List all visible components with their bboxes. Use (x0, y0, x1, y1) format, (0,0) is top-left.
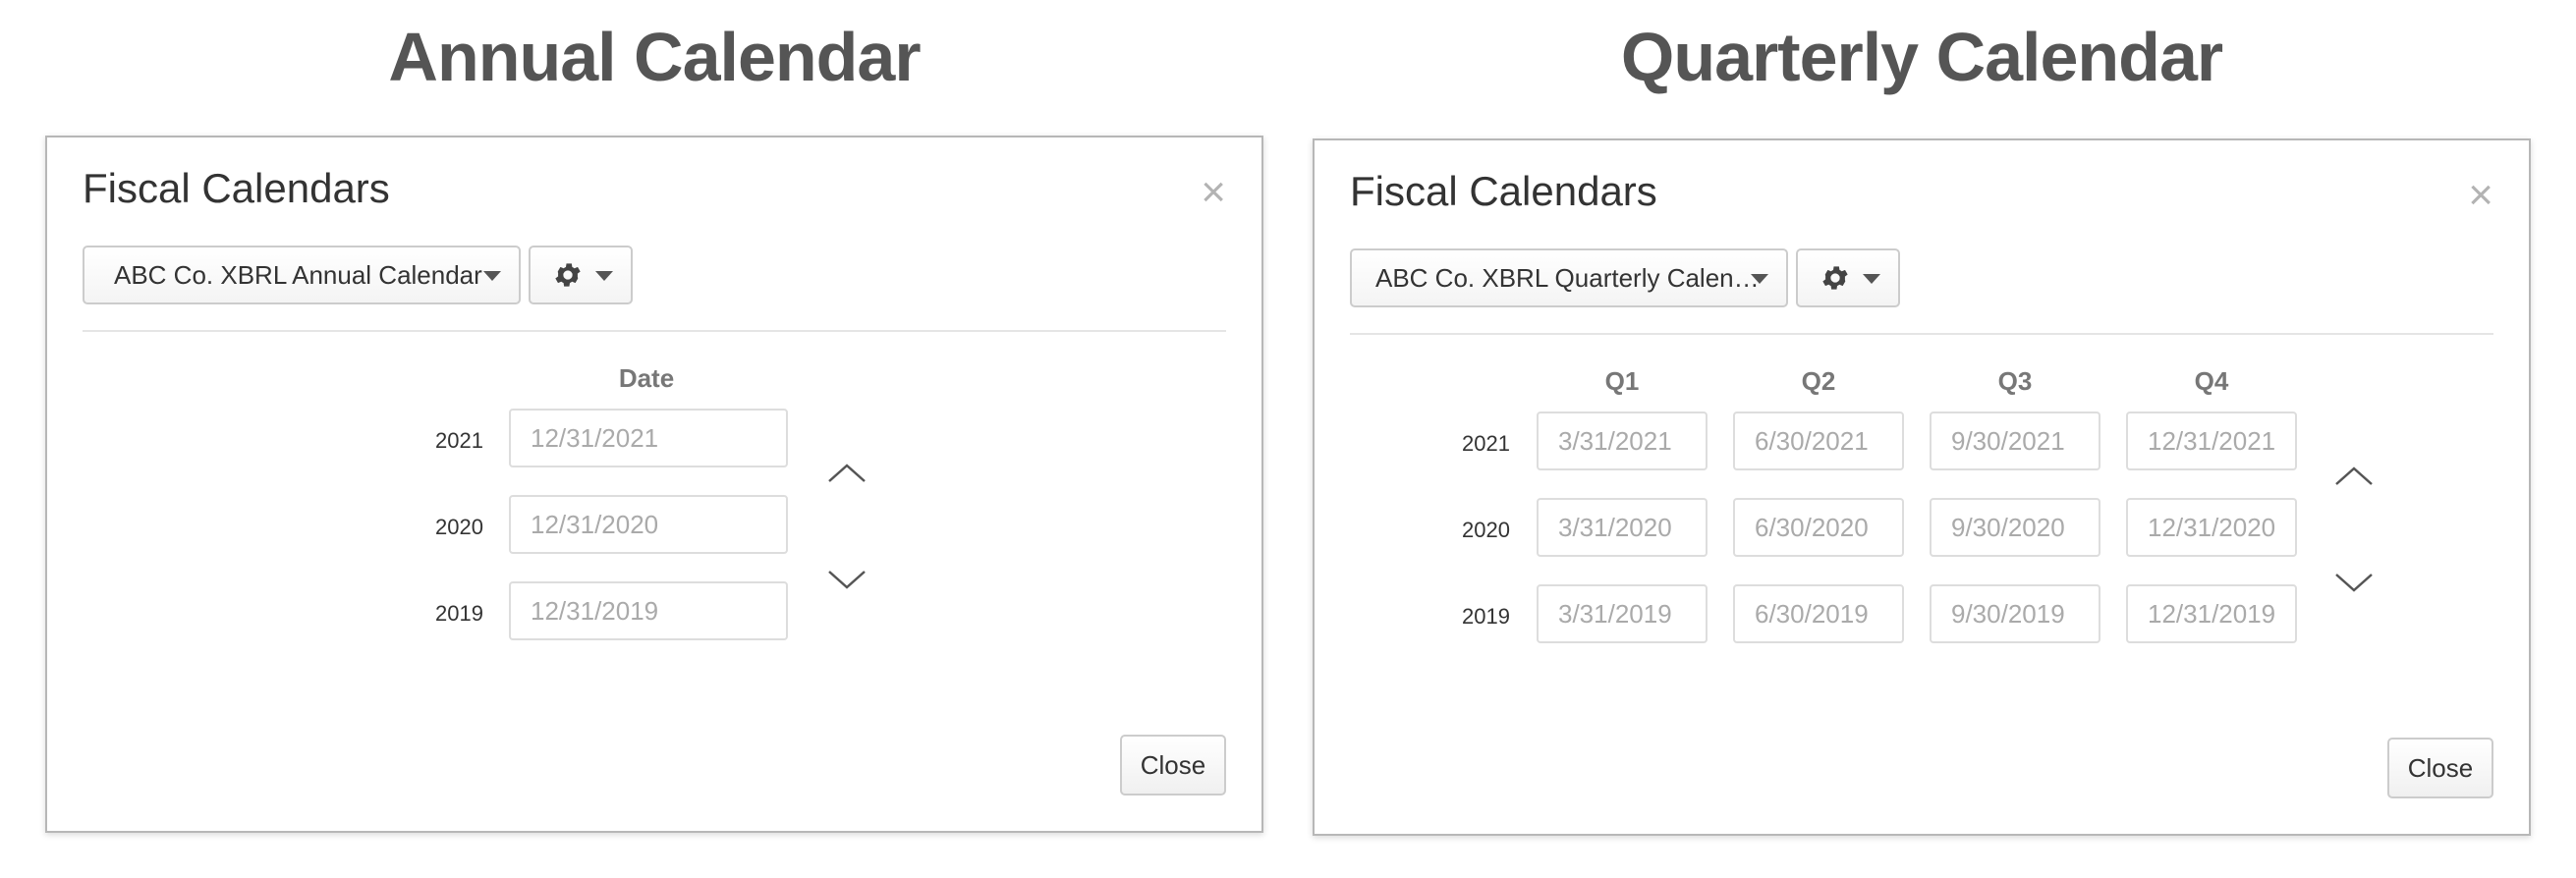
date-input[interactable]: 12/31/2020 (2126, 498, 2297, 557)
divider (83, 330, 1226, 332)
date-input[interactable]: 3/31/2019 (1537, 584, 1708, 643)
chevron-down-icon[interactable] (2332, 571, 2376, 596)
close-button[interactable]: Close (2387, 738, 2493, 798)
annual-fiscal-calendars-dialog: Fiscal Calendars × ABC Co. XBRL Annual C… (45, 136, 1263, 833)
column-header-q4: Q4 (2194, 366, 2229, 396)
row-year-label: 2020 (435, 515, 483, 539)
date-input[interactable]: 9/30/2019 (1930, 584, 2100, 643)
row-year-label: 2020 (1462, 518, 1510, 542)
caret-down-icon (1863, 274, 1880, 284)
column-header-q3: Q3 (1997, 366, 2033, 396)
column-header-date: Date (618, 363, 675, 393)
gear-icon (1822, 266, 1848, 290)
date-input[interactable]: 9/30/2021 (1930, 412, 2100, 470)
annual-calendar-heading: Annual Calendar (388, 19, 921, 95)
date-input[interactable]: 6/30/2020 (1733, 498, 1904, 557)
calendar-select[interactable]: ABC Co. XBRL Annual Calendar (83, 246, 521, 304)
settings-button[interactable] (1796, 248, 1900, 307)
close-icon[interactable]: × (2468, 174, 2493, 217)
calendar-select[interactable]: ABC Co. XBRL Quarterly Calen… (1350, 248, 1788, 307)
row-year-label: 2019 (435, 601, 483, 626)
quarterly-calendar-heading: Quarterly Calendar (1620, 19, 2223, 95)
date-input[interactable]: 9/30/2020 (1930, 498, 2100, 557)
caret-down-icon (595, 271, 613, 281)
date-input[interactable]: 6/30/2021 (1733, 412, 1904, 470)
row-year-label: 2021 (435, 428, 483, 453)
gear-icon (555, 263, 581, 287)
date-input[interactable]: 3/31/2021 (1537, 412, 1708, 470)
close-button[interactable]: Close (1120, 735, 1226, 796)
date-input[interactable]: 12/31/2020 (509, 495, 788, 554)
column-header-q2: Q2 (1801, 366, 1836, 396)
calendar-select-label: ABC Co. XBRL Quarterly Calen… (1375, 262, 1760, 293)
date-input[interactable]: 12/31/2019 (2126, 584, 2297, 643)
settings-button[interactable] (529, 246, 633, 304)
dialog-title: Fiscal Calendars (83, 165, 390, 211)
date-input[interactable]: 6/30/2019 (1733, 584, 1904, 643)
dialog-title: Fiscal Calendars (1350, 168, 1657, 214)
chevron-down-icon[interactable] (825, 568, 868, 593)
chevron-up-icon[interactable] (2332, 463, 2376, 488)
close-icon[interactable]: × (1201, 171, 1226, 214)
date-input[interactable]: 12/31/2019 (509, 581, 788, 640)
caret-down-icon (483, 271, 501, 281)
quarterly-fiscal-calendars-dialog: Fiscal Calendars × ABC Co. XBRL Quarterl… (1313, 138, 2531, 836)
chevron-up-icon[interactable] (825, 460, 868, 485)
row-year-label: 2021 (1462, 431, 1510, 456)
row-year-label: 2019 (1462, 604, 1510, 629)
date-input[interactable]: 12/31/2021 (509, 409, 788, 467)
divider (1350, 333, 2493, 335)
caret-down-icon (1751, 274, 1768, 284)
date-input[interactable]: 12/31/2021 (2126, 412, 2297, 470)
column-header-q1: Q1 (1604, 366, 1640, 396)
calendar-select-label: ABC Co. XBRL Annual Calendar (114, 259, 482, 290)
date-input[interactable]: 3/31/2020 (1537, 498, 1708, 557)
